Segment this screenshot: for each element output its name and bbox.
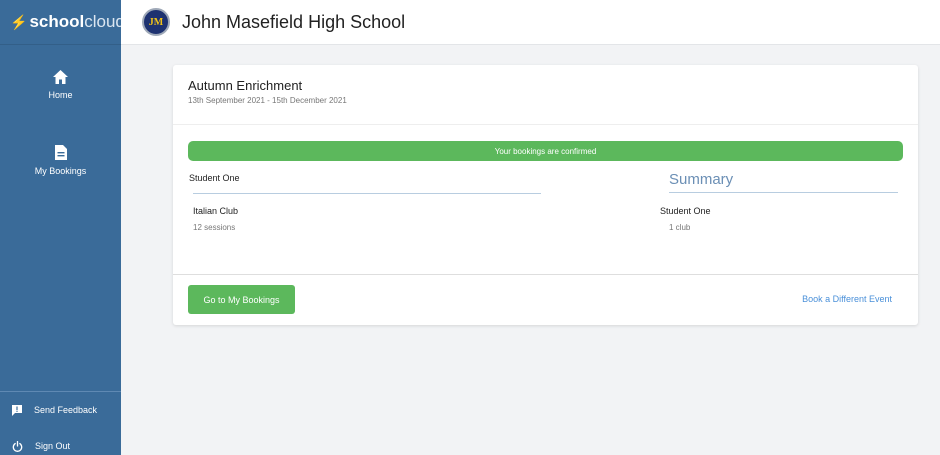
sidebar-divider — [0, 391, 121, 392]
sidebar-item-label: My Bookings — [34, 166, 87, 176]
document-icon — [0, 145, 121, 162]
top-header: JM John Masefield High School — [121, 0, 940, 45]
power-icon — [12, 440, 23, 452]
send-feedback-label: Send Feedback — [34, 405, 98, 415]
lightning-icon: ⚡ — [10, 13, 28, 30]
home-icon — [0, 70, 121, 86]
summary-heading: Summary — [669, 171, 734, 188]
school-logo-text: JM — [148, 16, 164, 28]
summary-underline — [669, 192, 898, 193]
school-logo: JM — [142, 8, 170, 36]
go-to-my-bookings-button[interactable]: Go to My Bookings — [188, 285, 295, 314]
booking-confirmation-card: Autumn Enrichment 13th September 2021 - … — [173, 65, 918, 325]
sidebar: ⚡ school cloud Home My Bookings Send Fee… — [0, 0, 125, 455]
sign-out-button[interactable]: Sign Out — [0, 436, 121, 455]
sidebar-item-my-bookings[interactable]: My Bookings — [0, 145, 121, 176]
sidebar-item-label: Home — [48, 90, 73, 100]
brand-logo[interactable]: ⚡ school cloud — [0, 0, 125, 45]
book-different-event-link[interactable]: Book a Different Event — [802, 294, 892, 304]
sign-out-label: Sign Out — [35, 441, 71, 451]
student-underline — [193, 193, 541, 194]
card-divider — [173, 124, 918, 125]
event-dates: 13th September 2021 - 15th December 2021 — [188, 96, 347, 105]
club-sessions: 12 sessions — [193, 223, 236, 232]
brand-bold-text: school — [29, 12, 85, 31]
club-name: Italian Club — [193, 206, 239, 216]
school-name: John Masefield High School — [182, 11, 406, 32]
confirmation-banner: Your bookings are confirmed — [188, 141, 903, 161]
feedback-icon — [12, 404, 22, 416]
card-footer-divider — [173, 274, 918, 275]
student-heading: Student One — [189, 173, 240, 183]
send-feedback-button[interactable]: Send Feedback — [0, 400, 121, 420]
event-title: Autumn Enrichment — [188, 78, 303, 93]
sidebar-item-home[interactable]: Home — [0, 70, 121, 100]
summary-student-name: Student One — [660, 206, 711, 216]
summary-club-count: 1 club — [669, 223, 691, 232]
brand-light-text: cloud — [84, 12, 125, 31]
